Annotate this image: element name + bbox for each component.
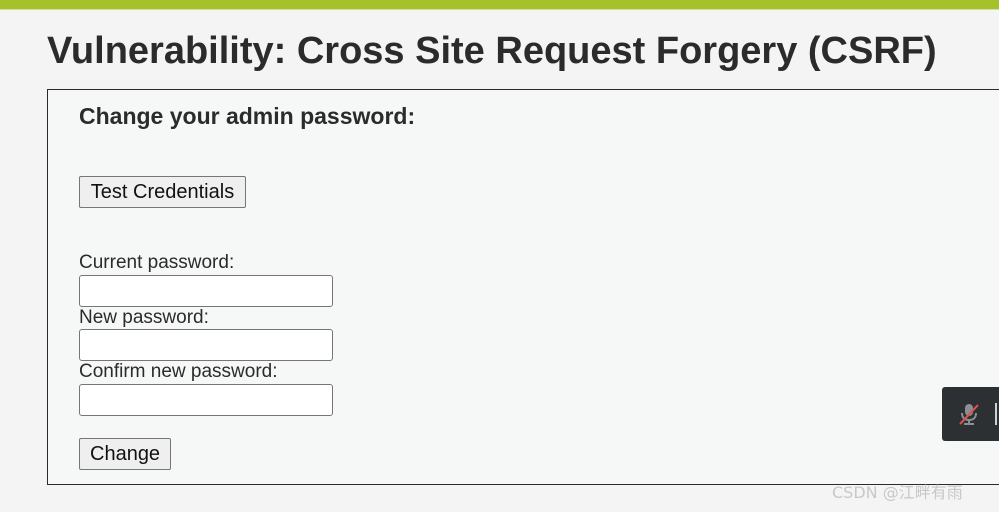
mic-muted-icon[interactable] (958, 402, 980, 426)
new-password-label: New password: (79, 307, 209, 328)
change-button[interactable]: Change (79, 438, 171, 470)
new-password-input[interactable] (79, 329, 333, 361)
page-title: Vulnerability: Cross Site Request Forger… (47, 30, 937, 72)
current-password-input[interactable] (79, 275, 333, 307)
current-password-label: Current password: (79, 252, 235, 273)
csdn-watermark: CSDN @江畔有雨 (832, 483, 963, 502)
mic-widget-divider (995, 403, 997, 425)
top-accent-stripe-shadow (0, 9, 999, 10)
top-accent-stripe (0, 0, 999, 9)
confirm-password-input[interactable] (79, 384, 333, 416)
form-heading: Change your admin password: (79, 103, 416, 129)
test-credentials-button[interactable]: Test Credentials (79, 176, 246, 208)
floating-mic-widget[interactable] (942, 387, 999, 441)
vulnerability-panel: Change your admin password: Test Credent… (47, 89, 999, 485)
confirm-password-label: Confirm new password: (79, 361, 278, 382)
